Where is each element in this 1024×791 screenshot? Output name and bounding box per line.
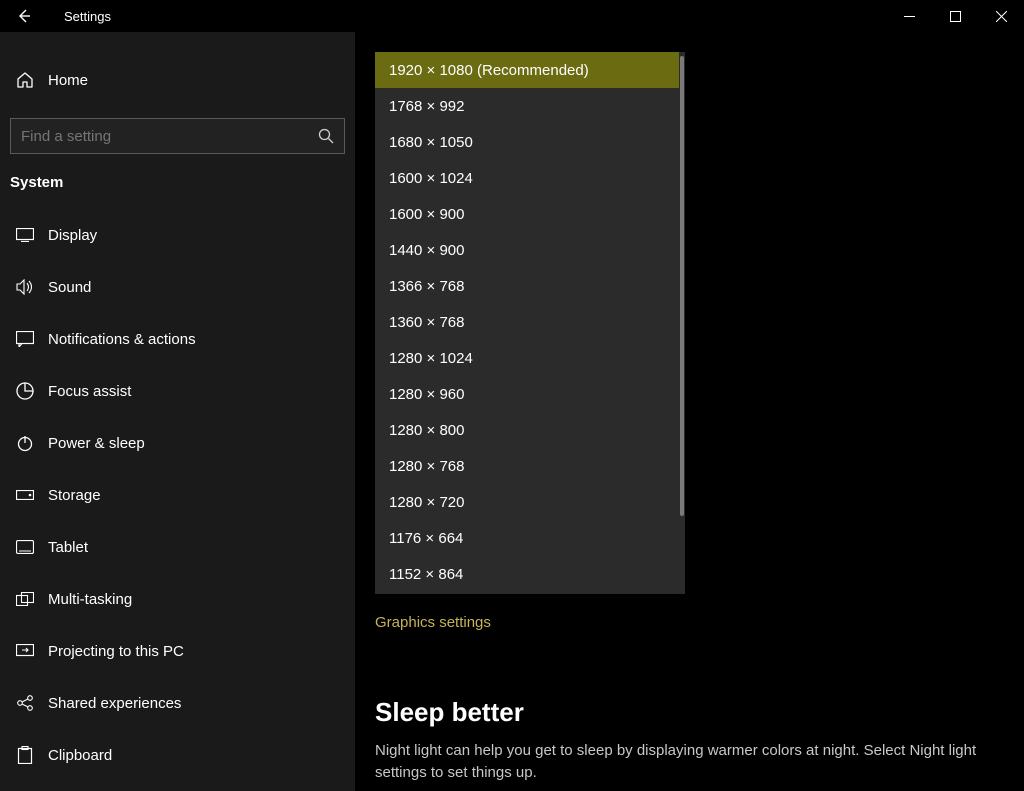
projecting-icon bbox=[14, 644, 36, 658]
search-input[interactable] bbox=[21, 128, 318, 145]
resolution-list: 1920 × 1080 (Recommended) 1768 × 992 168… bbox=[375, 52, 679, 594]
graphics-settings-link[interactable]: Graphics settings bbox=[375, 614, 491, 631]
nav-item-focus[interactable]: Focus assist bbox=[0, 365, 355, 417]
focus-icon bbox=[14, 382, 36, 400]
nav-label: Tablet bbox=[48, 539, 88, 556]
nav-item-power[interactable]: Power & sleep bbox=[0, 417, 355, 469]
resolution-option[interactable]: 1920 × 1080 (Recommended) bbox=[375, 52, 679, 88]
nav-label: Projecting to this PC bbox=[48, 643, 184, 660]
resolution-option[interactable]: 1176 × 664 bbox=[375, 520, 679, 556]
search-box[interactable] bbox=[10, 118, 345, 154]
sidebar: Home System Display Sound Notifications … bbox=[0, 32, 355, 791]
home-icon bbox=[14, 71, 36, 89]
nav-item-multitasking[interactable]: Multi-tasking bbox=[0, 573, 355, 625]
nav-item-tablet[interactable]: Tablet bbox=[0, 521, 355, 573]
titlebar: Settings bbox=[0, 0, 1024, 32]
home-label: Home bbox=[48, 72, 88, 89]
resolution-option[interactable]: 1280 × 960 bbox=[375, 376, 679, 412]
resolution-option[interactable]: 1360 × 768 bbox=[375, 304, 679, 340]
maximize-icon bbox=[950, 11, 961, 22]
storage-icon bbox=[14, 490, 36, 500]
back-button[interactable] bbox=[0, 0, 48, 32]
notifications-icon bbox=[14, 331, 36, 347]
tablet-icon bbox=[14, 540, 36, 554]
nav-label: Storage bbox=[48, 487, 101, 504]
resolution-option[interactable]: 1768 × 992 bbox=[375, 88, 679, 124]
nav-label: Notifications & actions bbox=[48, 331, 196, 348]
nav-label: Multi-tasking bbox=[48, 591, 132, 608]
nav-label: Shared experiences bbox=[48, 695, 181, 712]
nav-label: Clipboard bbox=[48, 747, 112, 764]
display-icon bbox=[14, 228, 36, 242]
minimize-button[interactable] bbox=[886, 0, 932, 32]
nav-label: Power & sleep bbox=[48, 435, 145, 452]
resolution-option[interactable]: 1280 × 1024 bbox=[375, 340, 679, 376]
nav-item-clipboard[interactable]: Clipboard bbox=[0, 729, 355, 781]
nav-item-notifications[interactable]: Notifications & actions bbox=[0, 313, 355, 365]
clipboard-icon bbox=[14, 746, 36, 764]
search-icon bbox=[318, 128, 334, 144]
resolution-option[interactable]: 1280 × 768 bbox=[375, 448, 679, 484]
resolution-option[interactable]: 1366 × 768 bbox=[375, 268, 679, 304]
resolution-option[interactable]: 1280 × 720 bbox=[375, 484, 679, 520]
dropdown-scrollbar[interactable] bbox=[679, 52, 685, 594]
sleep-better-heading: Sleep better bbox=[375, 697, 1004, 728]
section-label: System bbox=[0, 174, 355, 209]
nav-label: Sound bbox=[48, 279, 91, 296]
close-button[interactable] bbox=[978, 0, 1024, 32]
sleep-better-description: Night light can help you get to sleep by… bbox=[375, 740, 1004, 784]
sound-icon bbox=[14, 279, 36, 295]
resolution-option[interactable]: 1600 × 1024 bbox=[375, 160, 679, 196]
nav-label: Focus assist bbox=[48, 383, 131, 400]
scrollbar-thumb[interactable] bbox=[680, 56, 684, 516]
maximize-button[interactable] bbox=[932, 0, 978, 32]
window-controls bbox=[886, 0, 1024, 32]
nav-item-display[interactable]: Display bbox=[0, 209, 355, 261]
arrow-left-icon bbox=[16, 8, 32, 24]
multitasking-icon bbox=[14, 592, 36, 606]
nav-item-projecting[interactable]: Projecting to this PC bbox=[0, 625, 355, 677]
resolution-option[interactable]: 1600 × 900 bbox=[375, 196, 679, 232]
minimize-icon bbox=[904, 11, 915, 22]
resolution-option[interactable]: 1440 × 900 bbox=[375, 232, 679, 268]
resolution-option[interactable]: 1680 × 1050 bbox=[375, 124, 679, 160]
nav-item-shared[interactable]: Shared experiences bbox=[0, 677, 355, 729]
resolution-option[interactable]: 1280 × 800 bbox=[375, 412, 679, 448]
content-area: matically. Select Detect to Graphics set… bbox=[355, 32, 1024, 791]
nav-list: Display Sound Notifications & actions Fo… bbox=[0, 209, 355, 781]
nav-item-sound[interactable]: Sound bbox=[0, 261, 355, 313]
sleep-better-section: Sleep better Night light can help you ge… bbox=[375, 697, 1004, 784]
resolution-option[interactable]: 1152 × 864 bbox=[375, 556, 679, 592]
nav-label: Display bbox=[48, 227, 97, 244]
shared-icon bbox=[14, 694, 36, 712]
close-icon bbox=[996, 11, 1007, 22]
window-title: Settings bbox=[64, 9, 111, 24]
resolution-dropdown[interactable]: 1920 × 1080 (Recommended) 1768 × 992 168… bbox=[375, 52, 685, 594]
nav-item-storage[interactable]: Storage bbox=[0, 469, 355, 521]
home-nav[interactable]: Home bbox=[0, 60, 355, 100]
power-icon bbox=[14, 434, 36, 452]
